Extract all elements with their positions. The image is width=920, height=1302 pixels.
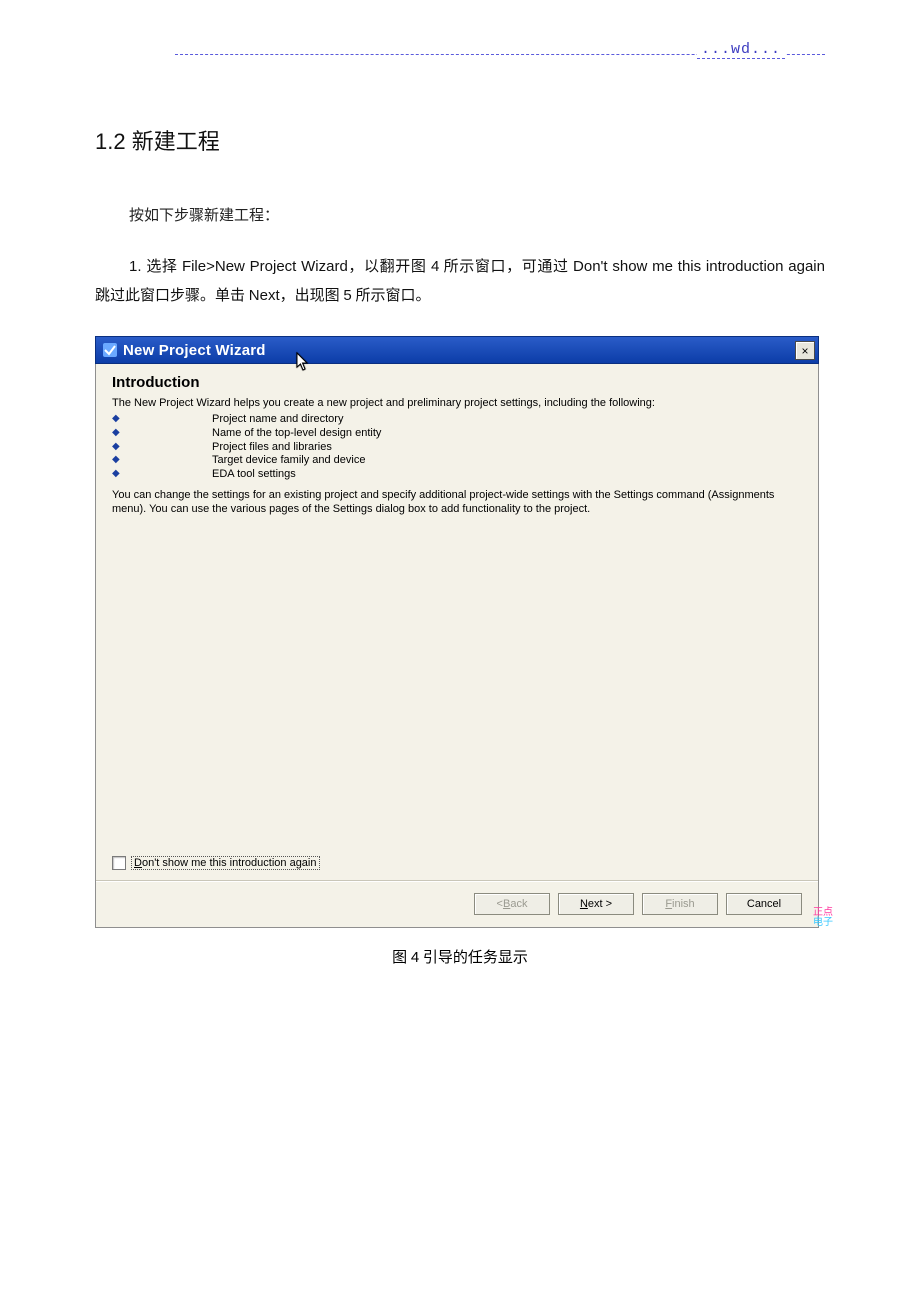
button-row: < Back Next > Finish Cancel bbox=[96, 880, 818, 927]
titlebar-text: New Project Wizard bbox=[123, 342, 266, 359]
titlebar: New Project Wizard × bbox=[95, 336, 819, 364]
page-header: ...wd... bbox=[95, 40, 825, 62]
step-1: 1. 选择 File>New Project Wizard，以翻开图 4 所示窗… bbox=[95, 253, 825, 310]
dialog-heading: Introduction bbox=[112, 374, 802, 391]
dialog-note: You can change the settings for an exist… bbox=[112, 488, 802, 517]
section-title-text: 新建工程 bbox=[132, 129, 220, 154]
cancel-button[interactable]: Cancel bbox=[726, 893, 802, 915]
wizard-dialog: New Project Wizard × Introduction The Ne… bbox=[95, 336, 819, 928]
figure-caption: 图 4 引导的任务显示 bbox=[95, 946, 825, 967]
app-icon bbox=[102, 342, 118, 358]
dialog-bullets: Project name and directory Name of the t… bbox=[152, 413, 802, 482]
header-watermark: ...wd... bbox=[697, 41, 785, 59]
dialog-intro: The New Project Wizard helps you create … bbox=[112, 397, 802, 409]
list-item: EDA tool settings bbox=[152, 468, 802, 482]
close-icon: × bbox=[801, 345, 808, 357]
dont-show-checkbox[interactable] bbox=[112, 856, 126, 870]
list-item: Project name and directory bbox=[152, 413, 802, 427]
close-button[interactable]: × bbox=[795, 341, 815, 360]
finish-button: Finish bbox=[642, 893, 718, 915]
list-item: Name of the top-level design entity bbox=[152, 427, 802, 441]
back-button: < Back bbox=[474, 893, 550, 915]
dont-show-row[interactable]: Don't show me this introduction again bbox=[112, 856, 802, 870]
section-number: 1.2 bbox=[95, 129, 126, 154]
section-heading: 1.2 新建工程 bbox=[95, 124, 825, 156]
list-item: Project files and libraries bbox=[152, 441, 802, 455]
intro-line: 按如下步骤新建工程： bbox=[129, 204, 825, 225]
next-button[interactable]: Next > bbox=[558, 893, 634, 915]
dialog-body: Introduction The New Project Wizard help… bbox=[95, 364, 819, 928]
list-item: Target device family and device bbox=[152, 454, 802, 468]
dont-show-label: Don't show me this introduction again bbox=[131, 856, 320, 870]
